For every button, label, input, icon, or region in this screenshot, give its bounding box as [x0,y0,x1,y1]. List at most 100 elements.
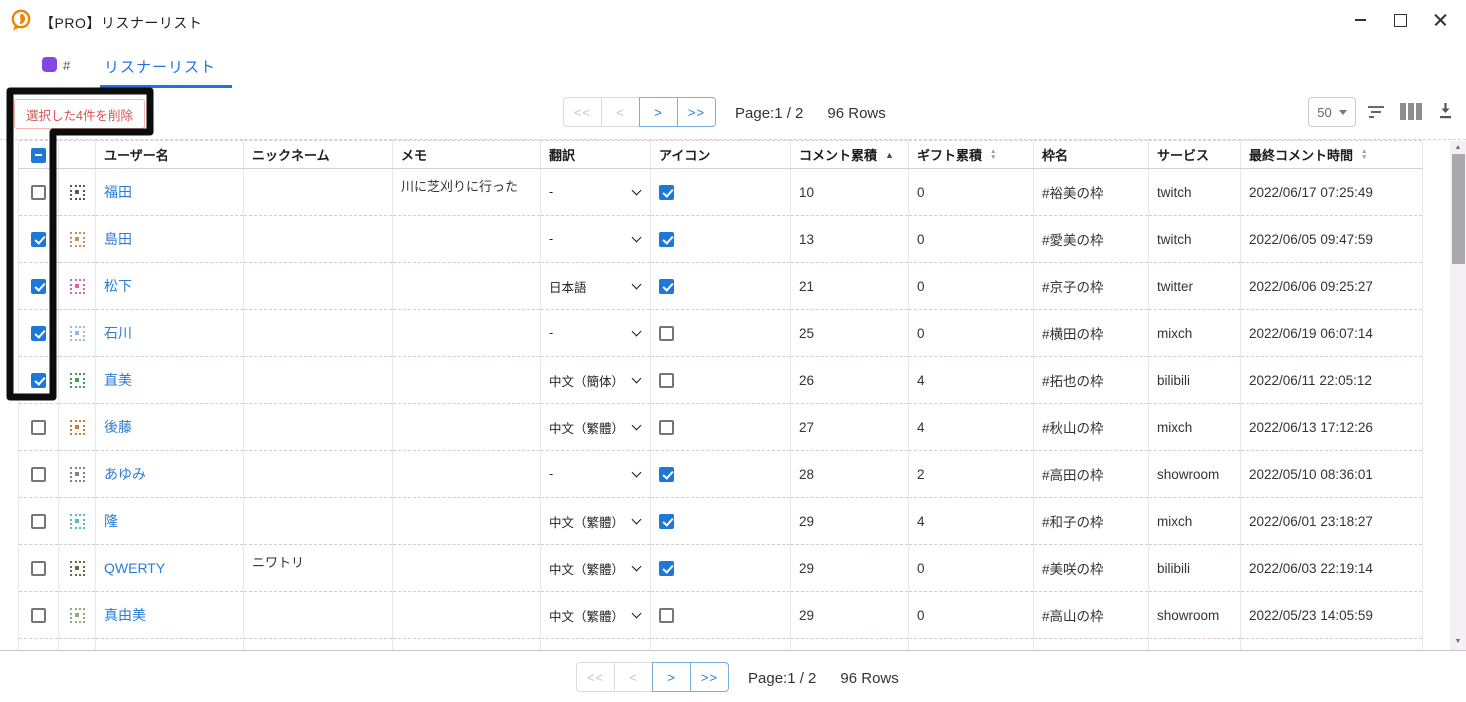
row-select-checkbox[interactable] [31,420,46,435]
nickname-cell [244,404,393,451]
gift-count-cell: 0 [909,169,1034,216]
scrollbar-thumb[interactable] [1452,154,1465,264]
user-avatar [70,561,85,576]
user-name-link[interactable]: 隆 [104,513,118,529]
translation-select[interactable]: - [549,180,642,204]
chevron-down-icon [632,374,642,384]
translation-select[interactable]: 中文（繁體） [549,556,642,580]
user-name-link[interactable]: 石川 [104,325,132,341]
icon-checkbox[interactable] [659,326,674,341]
icon-checkbox[interactable] [659,373,674,388]
row-select-checkbox[interactable] [31,561,46,576]
header-gift-total[interactable]: ギフト累積▲▼ [909,141,1034,169]
row-select-checkbox[interactable] [31,373,46,388]
maximize-button[interactable] [1380,6,1420,34]
room-name-cell: #高田の枠 [1034,451,1149,498]
page-info-bottom: Page:1 / 2 96 Rows [748,670,899,687]
row-select-checkbox[interactable] [31,232,46,247]
columns-icon[interactable] [1400,103,1422,120]
user-name-link[interactable]: QWERTY [104,560,165,576]
icon-checkbox[interactable] [659,232,674,247]
chevron-down-icon [632,280,642,290]
memo-cell [393,310,541,357]
icon-checkbox[interactable] [659,185,674,200]
translation-select[interactable]: 中文（繁體） [549,509,642,533]
icon-checkbox[interactable] [659,467,674,482]
user-name-link[interactable]: 島田 [104,231,132,247]
header-room-name: 枠名 [1034,141,1149,169]
translation-select[interactable]: 日本語 [549,274,642,298]
header-last-comment-time[interactable]: 最終コメント時間▲▼ [1241,141,1423,169]
hash-tab-label[interactable]: # [63,58,70,73]
sort-icon: ▲▼ [1361,149,1367,161]
next-page-button[interactable]: > [652,662,691,692]
user-name-link[interactable]: 福田 [104,184,132,200]
memo-cell [393,404,541,451]
prev-page-button[interactable]: < [614,662,653,692]
translation-select[interactable]: 中文（繁體） [549,603,642,627]
comment-count-cell: 13 [791,216,909,263]
user-name-link[interactable]: 松下 [104,278,132,294]
row-select-checkbox[interactable] [31,514,46,529]
window-controls [1340,6,1460,34]
service-cell: mixch [1149,404,1241,451]
header-service: サービス [1149,141,1241,169]
icon-checkbox[interactable] [659,420,674,435]
first-page-button[interactable]: << [563,97,602,127]
icon-checkbox[interactable] [659,279,674,294]
last-comment-time-cell: 2022/05/10 08:36:01 [1241,451,1423,498]
page-size-select[interactable]: 50 [1308,97,1356,127]
rows-count-label: 96 Rows [827,105,885,122]
translation-select[interactable]: 中文（繁體） [549,415,642,439]
service-cell: bilibili [1149,545,1241,592]
chevron-down-icon [632,421,642,431]
icon-checkbox[interactable] [659,608,674,623]
minimize-button[interactable] [1340,6,1380,34]
memo-cell: 川に芝刈りに行った [393,169,541,216]
nickname-cell [244,451,393,498]
prev-page-button[interactable]: < [601,97,640,127]
user-name-link[interactable]: 直美 [104,372,132,388]
filter-icon[interactable] [1367,106,1385,120]
row-select-checkbox[interactable] [31,326,46,341]
delete-selected-button[interactable]: 選択した4件を削除 [14,99,145,129]
comment-count-cell: 29 [791,592,909,639]
select-all-checkbox[interactable] [31,148,46,163]
comment-count-cell: 25 [791,310,909,357]
row-select-checkbox[interactable] [31,467,46,482]
icon-checkbox[interactable] [659,514,674,529]
user-name-link[interactable]: 後藤 [104,419,132,435]
chevron-down-icon [632,233,642,243]
memo-cell [393,451,541,498]
service-cell: bilibili [1149,357,1241,404]
translation-select[interactable]: - [549,321,642,345]
translation-select[interactable]: - [549,227,642,251]
translation-select[interactable]: 中文（簡体） [549,368,642,392]
icon-checkbox[interactable] [659,561,674,576]
download-icon[interactable] [1437,101,1454,120]
vertical-scrollbar[interactable]: ▲ ▼ [1450,141,1466,650]
comment-count-cell: 29 [791,545,909,592]
table-row: 石川 - 25 0 #横田の枠 mixch 2022/06/19 06:07:1… [19,310,1423,357]
scroll-down-icon[interactable]: ▼ [1450,637,1466,647]
page-label: Page:1 / 2 [735,105,803,122]
next-page-button[interactable]: > [639,97,678,127]
close-button[interactable] [1420,6,1460,34]
row-select-checkbox[interactable] [31,608,46,623]
header-comment-total[interactable]: コメント累積▲ [791,141,909,169]
last-page-button[interactable]: >> [690,662,729,692]
row-select-checkbox[interactable] [31,185,46,200]
comment-count-cell: 27 [791,404,909,451]
gift-count-cell: 0 [909,216,1034,263]
first-page-button[interactable]: << [576,662,615,692]
last-page-button[interactable]: >> [677,97,716,127]
gift-count-cell: 4 [909,498,1034,545]
user-name-link[interactable]: あゆみ [104,466,146,482]
table-row: 隆 中文（繁體） 29 4 #和子の枠 mixch 2022/06/01 23:… [19,498,1423,545]
hash-tab-icon[interactable] [42,57,57,72]
tab-listener-list[interactable]: リスナーリスト [104,56,216,77]
row-select-checkbox[interactable] [31,279,46,294]
user-name-link[interactable]: 真由美 [104,607,146,623]
scroll-up-icon[interactable]: ▲ [1450,143,1466,153]
translation-select[interactable]: - [549,462,642,486]
